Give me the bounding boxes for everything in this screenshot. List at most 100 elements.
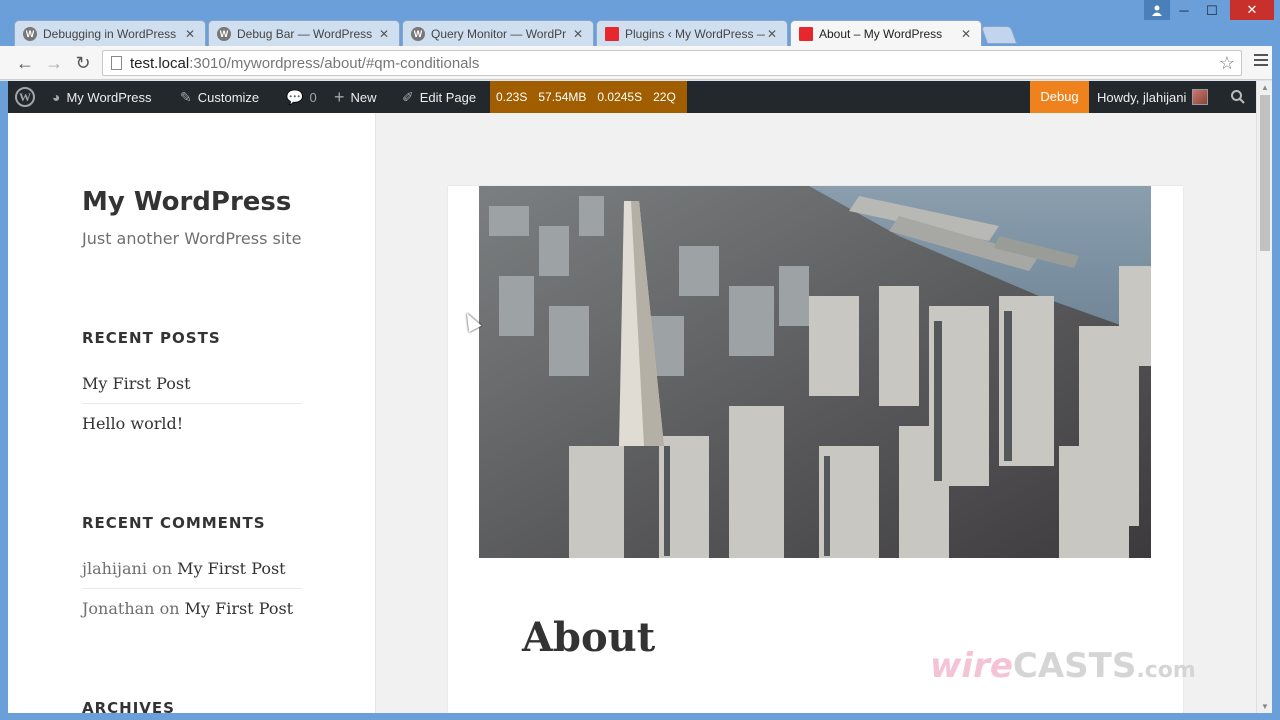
comment-post-link[interactable]: My First Post [177,559,286,578]
wordpress-icon: W [23,26,37,41]
chrome-menu-icon[interactable] [1254,54,1268,69]
scroll-up-arrow[interactable]: ▲ [1261,83,1269,92]
red-square-icon [799,26,813,41]
recent-comments-title: RECENT COMMENTS [82,514,266,532]
wirecasts-watermark: wireCASTS.com [930,646,1196,686]
wordpress-icon: W [411,26,425,41]
list-item: Jonathan on My First Post [82,589,302,629]
qm-query-count: 22Q [653,90,676,104]
reload-button[interactable]: ↻ [72,52,94,74]
scroll-down-arrow[interactable]: ▼ [1261,702,1269,711]
new-label: New [350,89,377,105]
search-icon [1231,90,1245,104]
window-border [1272,46,1280,720]
comment-on: on [159,599,180,618]
avatar [1192,89,1209,105]
comments-count: 0 [309,89,317,105]
admin-search[interactable] [1230,81,1246,113]
comment-post-link[interactable]: My First Post [185,599,294,618]
window-border [0,81,8,713]
page-icon [111,56,122,70]
tab-label: Debug Bar — WordPress [237,26,373,41]
tab-strip: W Debugging in WordPress ✕ W Debug Bar —… [14,20,1018,46]
qm-page-time: 0.23S [496,90,528,104]
comment-author: Jonathan [82,599,155,618]
edit-page-label: Edit Page [419,89,477,105]
wordpress-icon: W [217,26,231,41]
list-item[interactable]: My First Post [82,364,302,404]
recent-posts-list: My First Post Hello world! [82,364,302,444]
content-area: About [448,186,1183,713]
new-tab-button[interactable] [980,26,1018,44]
watermark-wire: wire [930,646,1013,686]
close-tab-icon[interactable]: ✕ [959,27,973,41]
howdy-label: Howdy, jlahijani [1097,89,1187,105]
close-tab-icon[interactable]: ✕ [377,27,391,41]
admin-new[interactable]: + New [334,81,377,113]
close-tab-icon[interactable]: ✕ [765,27,779,41]
close-tab-icon[interactable]: ✕ [571,27,585,41]
window-controls: ─ ☐ ✕ [1170,0,1274,22]
forward-button[interactable]: → [43,52,65,74]
maximize-button[interactable]: ☐ [1198,0,1226,22]
comment-on: on [152,559,172,578]
vertical-scrollbar[interactable]: ▲ ▼ [1256,81,1272,713]
wordpress-logo-icon: W [15,87,35,107]
close-window-button[interactable]: ✕ [1230,0,1274,20]
pencil-icon: ✐ [402,88,414,105]
tab-query-monitor[interactable]: W Query Monitor — WordPr ✕ [402,20,594,46]
site-title[interactable]: My WordPress [82,187,291,217]
archives-title: ARCHIVES [82,699,175,713]
address-bar[interactable]: test.local:3010/mywordpress/about/#qm-co… [102,50,1242,76]
watermark-casts: CASTS [1012,646,1137,686]
query-monitor-stats[interactable]: 0.23S 57.54MB 0.0245S 22Q [490,81,687,113]
page-viewport: W ◕ My WordPress ✎ Customize 💬 0 + New ✐… [8,81,1256,713]
plus-icon: + [334,86,345,107]
tab-label: Debugging in WordPress [43,26,177,41]
watermark-com: .com [1136,658,1196,683]
window-border [0,713,1280,720]
admin-edit-page[interactable]: ✐ Edit Page [402,81,476,113]
admin-customize[interactable]: ✎ Customize [180,81,259,113]
comment-author: jlahijani [82,559,147,578]
tab-label: Query Monitor — WordPr [431,26,567,41]
red-square-icon [605,26,619,41]
close-tab-icon[interactable]: ✕ [183,27,197,41]
comment-icon: 💬 [286,88,304,105]
tab-label: About – My WordPress [819,26,943,41]
qm-db-time: 0.0245S [597,90,643,104]
wp-admin-bar: W ◕ My WordPress ✎ Customize 💬 0 + New ✐… [8,81,1256,113]
page-title: About [522,614,656,661]
list-item[interactable]: Hello world! [82,404,302,444]
sidebar: My WordPress Just another WordPress site… [8,113,376,713]
debug-button[interactable]: Debug [1030,81,1089,113]
minimize-button[interactable]: ─ [1170,0,1198,22]
tab-about[interactable]: About – My WordPress ✕ [790,20,982,46]
url-path: :3010/mywordpress/about/#qm-conditionals [189,54,480,72]
url-host: test.local [130,54,190,72]
recent-comments-list: jlahijani on My First Post Jonathan on M… [82,549,302,629]
back-button[interactable]: ← [14,52,36,74]
window-titlebar: ─ ☐ ✕ W Debugging in WordPress ✕ W Debug… [0,0,1280,46]
featured-image [479,186,1151,558]
recent-posts-title: RECENT POSTS [82,329,221,347]
customize-label: Customize [197,89,260,105]
bookmark-star-icon[interactable]: ☆ [1219,53,1235,74]
tab-label: Plugins ‹ My WordPress — [625,26,765,41]
scrollbar-thumb[interactable] [1260,95,1270,251]
admin-my-account[interactable]: Howdy, jlahijani [1097,81,1209,113]
site-description: Just another WordPress site [82,229,302,248]
list-item: jlahijani on My First Post [82,549,302,589]
tab-debugging-in-wordpress[interactable]: W Debugging in WordPress ✕ [14,20,206,46]
wp-logo-menu[interactable]: W [15,81,35,113]
qm-memory: 57.54MB [538,90,587,104]
dashboard-icon: ◕ [52,89,61,105]
user-icon[interactable] [1144,0,1170,20]
paintbrush-icon: ✎ [180,88,192,105]
admin-site-name[interactable]: ◕ My WordPress [52,81,151,113]
browser-toolbar: ← → ↻ test.local:3010/mywordpress/about/… [0,46,1280,80]
admin-comments[interactable]: 💬 0 [286,81,317,113]
tab-plugins[interactable]: Plugins ‹ My WordPress — ✕ [596,20,788,46]
site-name-label: My WordPress [66,89,152,105]
tab-debug-bar[interactable]: W Debug Bar — WordPress ✕ [208,20,400,46]
